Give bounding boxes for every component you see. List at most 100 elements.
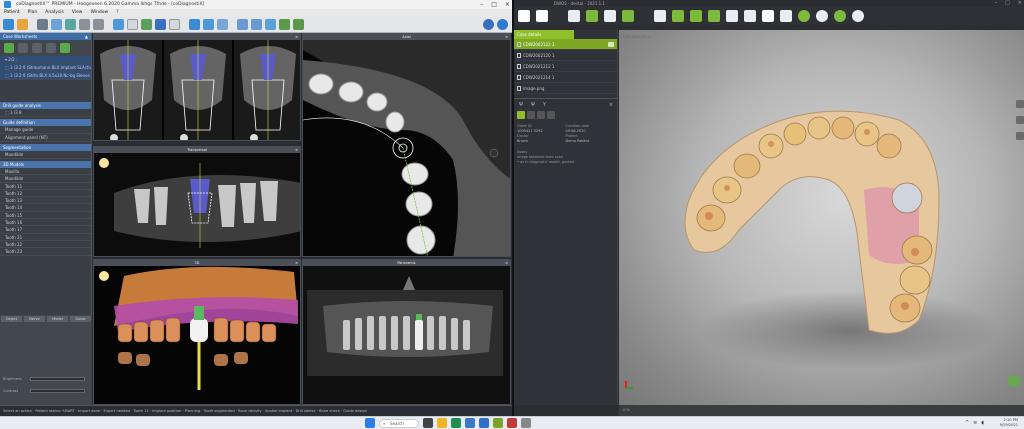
menu-view[interactable]: View [72,9,83,17]
bite-icon[interactable] [708,10,720,22]
menu-help[interactable]: ? [116,9,118,17]
guide-icon[interactable] [60,43,70,53]
explorer-icon[interactable] [437,418,447,428]
list-item[interactable]: Mandible [0,175,91,183]
file-item[interactable]: CDW2002122 1 [514,39,617,50]
maximize-icon[interactable]: □ [491,0,497,9]
reset-view-icon[interactable] [816,10,828,22]
brightness-slider[interactable] [30,377,85,381]
file-item[interactable]: CDW2002120 1 [514,50,617,61]
start-icon[interactable] [365,418,375,428]
panorama-icon[interactable] [93,19,104,30]
sections-icon[interactable] [37,19,48,30]
section-segmentation[interactable]: Segmentation [0,144,91,151]
tab-history[interactable] [537,111,545,119]
3d-scan-viewport[interactable]: CDW2002122 1 [619,30,1024,405]
info-icon[interactable] [780,10,792,22]
save-icon[interactable] [141,19,152,30]
save-icon[interactable] [536,10,548,22]
cross-sections-view[interactable]: × [93,33,301,141]
volume-icon[interactable]: ◖ [981,420,984,426]
nerve-icon[interactable] [127,19,138,30]
contrast-slider[interactable] [30,389,85,393]
list-item[interactable]: Tooth 12 [0,190,91,198]
menu-analysis[interactable]: Analysis [45,9,64,17]
tab-guide[interactable]: Guide [70,316,91,322]
zoom-icon[interactable] [189,19,200,30]
sleeve-item[interactable]: ⬚ 1 /3 2 0 (Strtn BLX 4.5x10 Nc-bg Sleev… [0,72,91,80]
section-guide-definition[interactable]: Guide definition [0,119,91,126]
tab-case-details[interactable]: Case details [514,30,574,39]
trim-icon[interactable] [622,10,634,22]
mail-icon[interactable] [465,418,475,428]
open-icon[interactable] [568,10,580,22]
implant-icon[interactable] [113,19,124,30]
list-item[interactable]: Tooth 17 [0,226,91,234]
export-icon[interactable] [155,19,166,30]
list-item[interactable]: Alignment panel (NT) [0,134,91,142]
collapse-icon[interactable]: ▲ [85,33,88,40]
list-item[interactable]: ⬚ 1 /3 8 [0,109,91,117]
close-icon[interactable]: × [609,102,613,108]
undo-icon[interactable] [279,19,290,30]
help-icon[interactable] [497,19,508,30]
tab-model[interactable]: Model [47,316,68,322]
rotate-icon[interactable] [217,19,228,30]
new-case-icon[interactable] [3,19,14,30]
measure-icon[interactable] [726,10,738,22]
chevron-up-icon[interactable]: ^ [965,420,969,426]
branch-icon[interactable]: Ψ [531,102,535,108]
zoom-out-icon[interactable] [1016,116,1024,124]
tab-notes[interactable] [547,111,555,119]
tab-object[interactable]: Object [1,316,22,322]
tree-item[interactable]: ▾ 2/2 . [0,56,91,64]
image-icon[interactable] [762,10,774,22]
measure-icon[interactable] [237,19,248,30]
remove-icon[interactable] [18,43,28,53]
scan-app-icon[interactable] [493,418,503,428]
rotate-icon[interactable] [798,10,810,22]
info-icon[interactable] [483,19,494,30]
implant-item[interactable]: ⬚ 1 /3 2 0 (Straumann BLX Implant SLActi… [0,64,91,72]
list-item[interactable]: Maxilla [0,168,91,176]
wifi-icon[interactable]: ≋ [973,420,977,426]
list-item[interactable]: Manage guide [0,126,91,134]
angle-icon[interactable] [251,19,262,30]
teeth-icon[interactable] [690,10,702,22]
redo-icon[interactable] [293,19,304,30]
maximize-icon[interactable]: □ [1005,0,1010,7]
app-icon[interactable] [521,418,531,428]
tab-info[interactable] [517,111,525,119]
section-drill-guide[interactable]: Drill guide analysis [0,102,91,109]
tab-files[interactable] [527,111,535,119]
properties-icon[interactable] [32,43,42,53]
minimize-icon[interactable]: – [995,0,998,7]
list-item[interactable]: Tooth 14 [0,204,91,212]
file-item[interactable]: Image.png [514,83,617,94]
list-item[interactable]: Tooth 13 [0,197,91,205]
help-icon[interactable] [852,10,864,22]
planning-app-icon[interactable] [479,418,489,428]
edit-icon[interactable] [518,10,530,22]
app-icon[interactable] [507,418,517,428]
image-icon[interactable] [65,19,76,30]
close-icon[interactable]: × [1018,0,1022,7]
pan-icon[interactable] [203,19,214,30]
scan-icon[interactable] [586,10,598,22]
filter-icon[interactable]: Ψ [519,102,523,108]
teeth-icon[interactable] [51,19,62,30]
chart-icon[interactable] [744,10,756,22]
list-item[interactable]: Tooth 11 [0,183,91,190]
list-item[interactable]: Tooth 15 [0,212,91,220]
cut-icon[interactable] [654,10,666,22]
model-icon[interactable] [672,10,684,22]
settings-icon[interactable] [834,10,846,22]
transversal-view[interactable]: Transversal × [93,146,301,257]
list-item[interactable]: Tooth 22 [0,241,91,249]
3d-view[interactable]: 3D × [93,259,301,405]
zoom-in-icon[interactable] [1016,100,1024,108]
close-icon[interactable]: × [505,0,510,9]
add-icon[interactable] [4,43,14,53]
clock[interactable]: 2:10 PM 9/29/2021 [1000,418,1018,428]
fit-icon[interactable] [1016,132,1024,140]
